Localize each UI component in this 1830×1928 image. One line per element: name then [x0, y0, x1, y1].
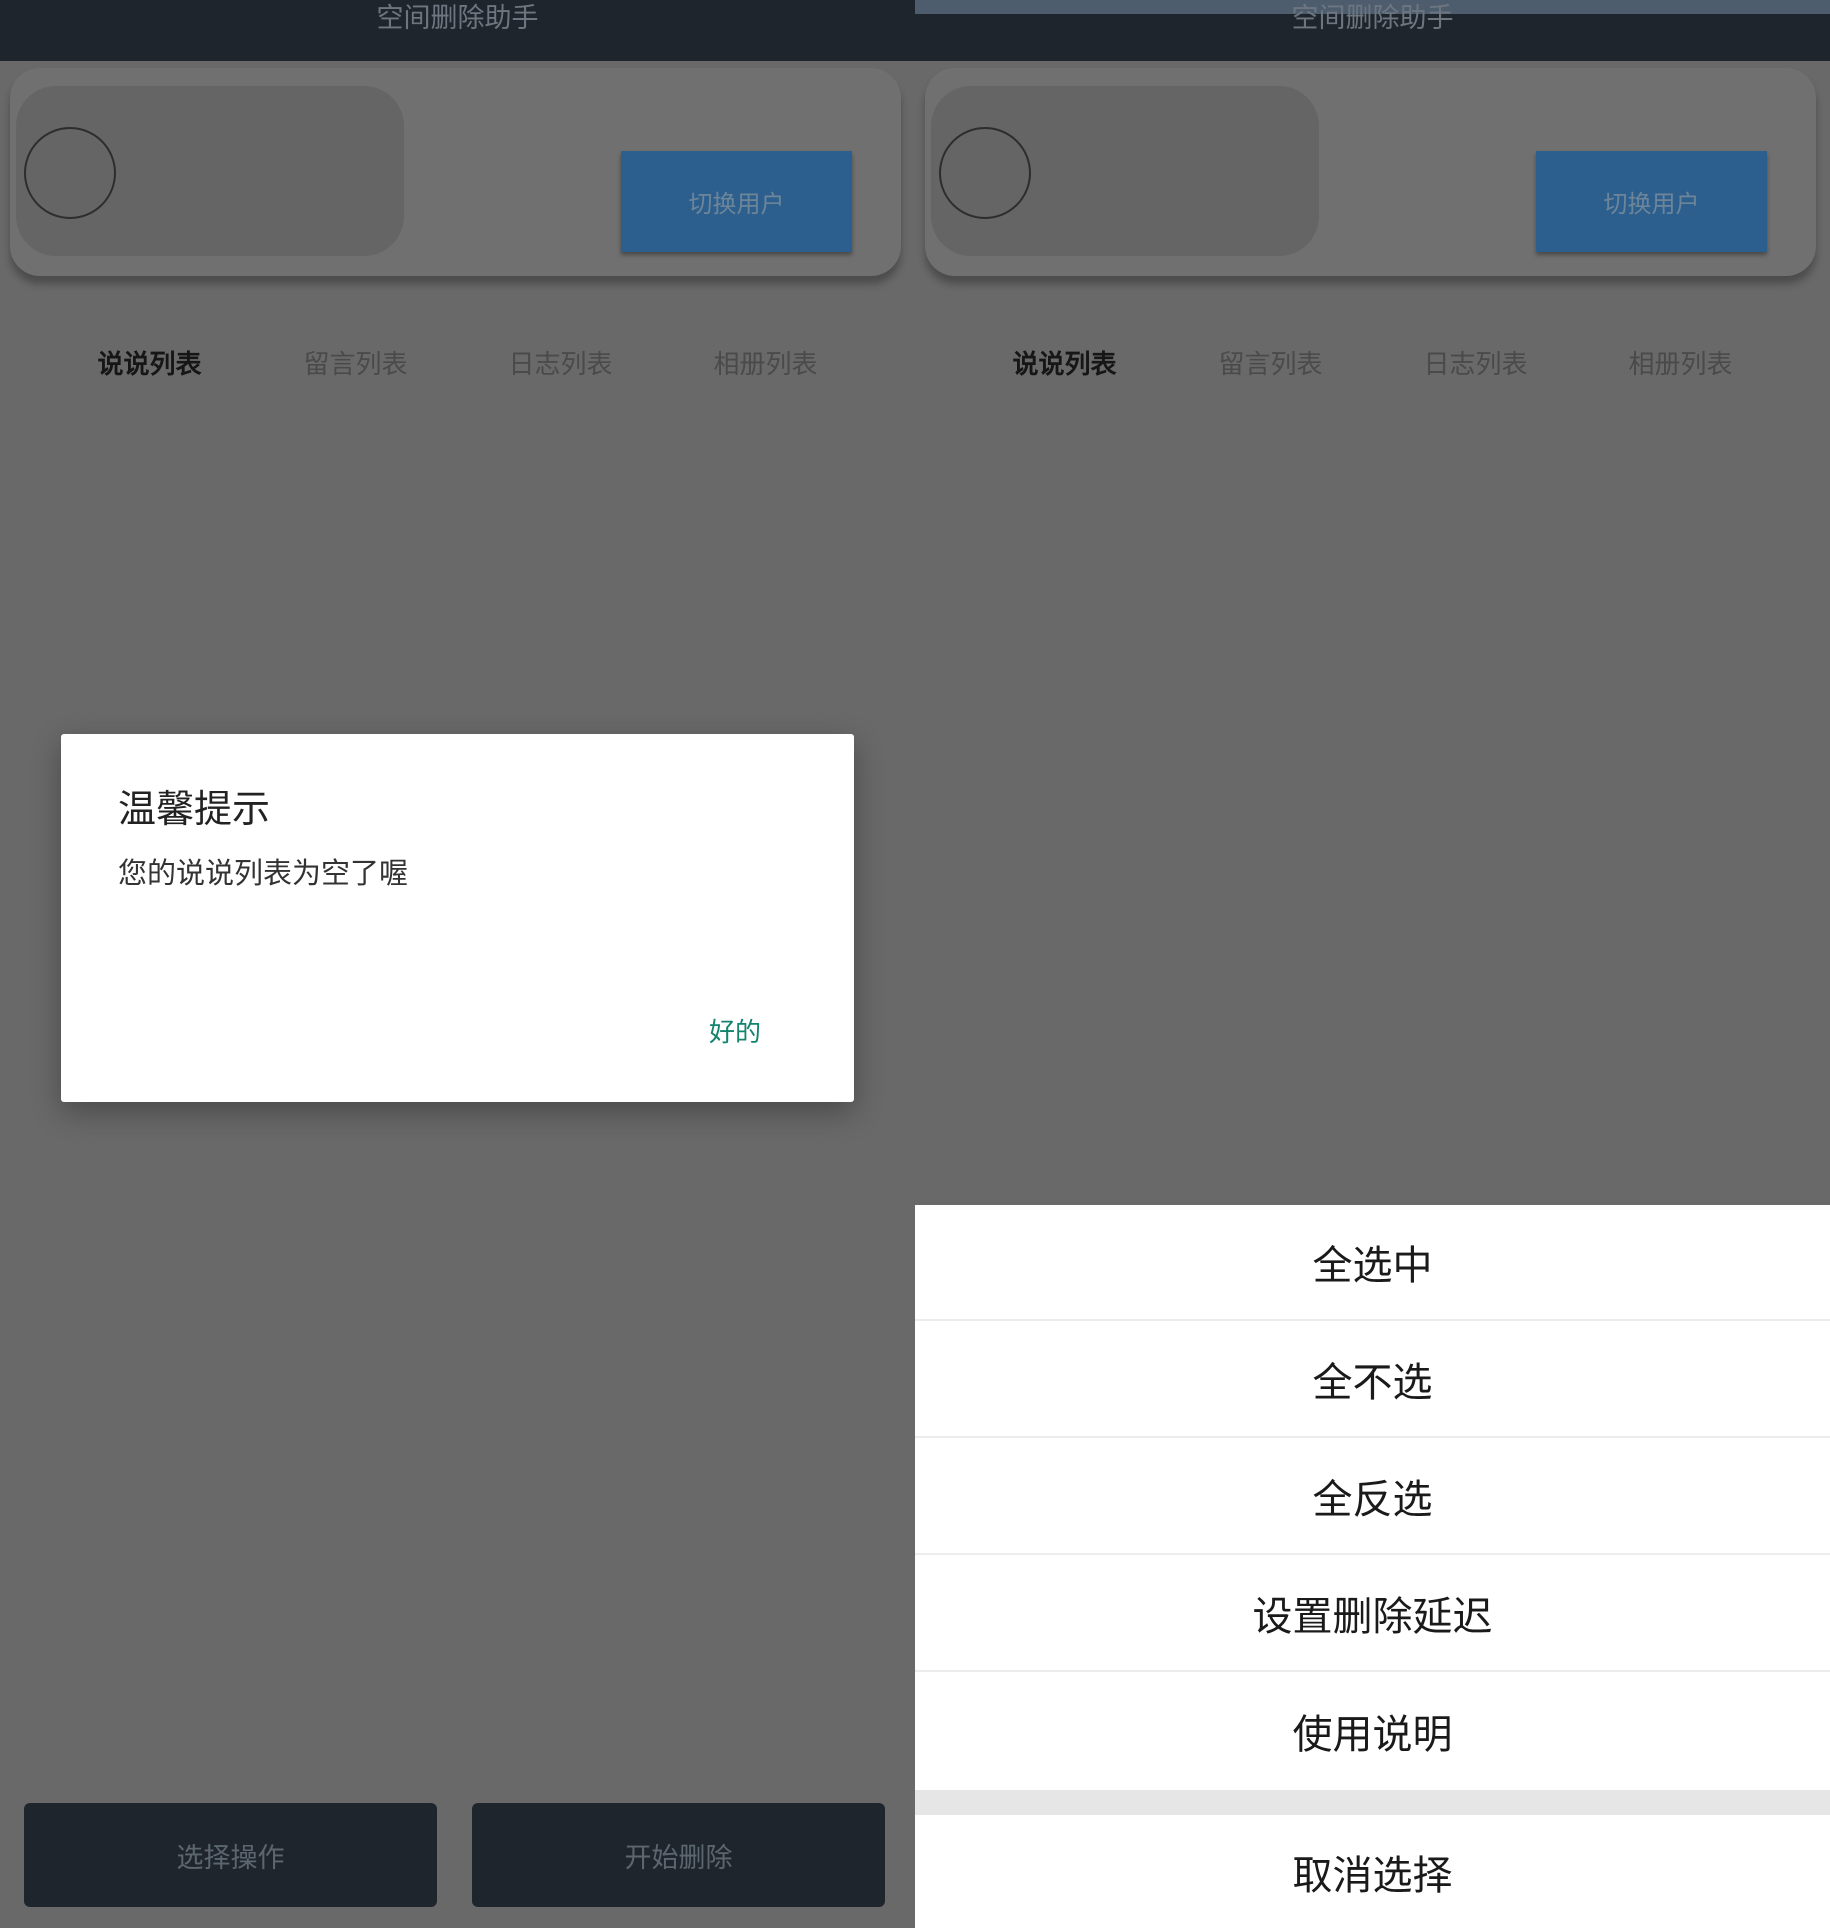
start-delete-button[interactable]: 开始删除	[472, 1803, 885, 1907]
avatar[interactable]	[939, 127, 1031, 219]
tab-messages[interactable]: 留言列表	[1168, 344, 1373, 381]
tab-bar: 说说列表 留言列表 日志列表 相册列表	[0, 344, 915, 394]
dialog-ok-button[interactable]: 好的	[709, 1012, 761, 1049]
dialog-message: 您的说说列表为空了喔	[118, 856, 409, 890]
switch-user-button[interactable]: 切换用户	[1536, 151, 1767, 252]
tab-shuoshuo[interactable]: 说说列表	[47, 344, 252, 381]
alert-dialog: 温馨提示 您的说说列表为空了喔 好的	[61, 734, 854, 1102]
sheet-item-instructions[interactable]: 使用说明	[915, 1673, 1830, 1789]
app-title: 空间删除助手	[1291, 3, 1454, 34]
tab-blogs[interactable]: 日志列表	[1373, 344, 1578, 381]
app-title-bar: 空间删除助手	[0, 0, 915, 61]
sheet-cancel-button[interactable]: 取消选择	[915, 1815, 1830, 1928]
select-action-button[interactable]: 选择操作	[24, 1803, 437, 1907]
switch-user-button[interactable]: 切换用户	[621, 151, 852, 252]
sheet-item-select-all[interactable]: 全选中	[915, 1205, 1830, 1321]
tab-albums[interactable]: 相册列表	[1578, 344, 1783, 381]
dialog-title: 温馨提示	[118, 787, 271, 831]
sheet-item-delete-delay[interactable]: 设置删除延迟	[915, 1556, 1830, 1672]
tab-messages[interactable]: 留言列表	[253, 344, 458, 381]
avatar[interactable]	[24, 127, 116, 219]
tab-albums[interactable]: 相册列表	[663, 344, 868, 381]
screen-left: 空间删除助手 切换用户 说说列表 留言列表 日志列表 相册列表 选择操作 开始删…	[0, 0, 915, 1928]
user-card: 切换用户	[10, 68, 901, 276]
screen-right: 空间删除助手 切换用户 说说列表 留言列表 日志列表 相册列表 全选中 全不选 …	[915, 0, 1830, 1928]
sheet-divider	[915, 1790, 1830, 1815]
sheet-item-invert-selection[interactable]: 全反选	[915, 1439, 1830, 1555]
tab-shuoshuo[interactable]: 说说列表	[962, 344, 1167, 381]
app-title-bar: 空间删除助手	[915, 0, 1830, 61]
tab-bar: 说说列表 留言列表 日志列表 相册列表	[915, 344, 1830, 394]
sheet-item-select-none[interactable]: 全不选	[915, 1322, 1830, 1438]
app-title: 空间删除助手	[376, 3, 539, 34]
user-card: 切换用户	[925, 68, 1816, 276]
tab-blogs[interactable]: 日志列表	[458, 344, 663, 381]
action-sheet: 全选中 全不选 全反选 设置删除延迟 使用说明 取消选择	[915, 1205, 1830, 1928]
